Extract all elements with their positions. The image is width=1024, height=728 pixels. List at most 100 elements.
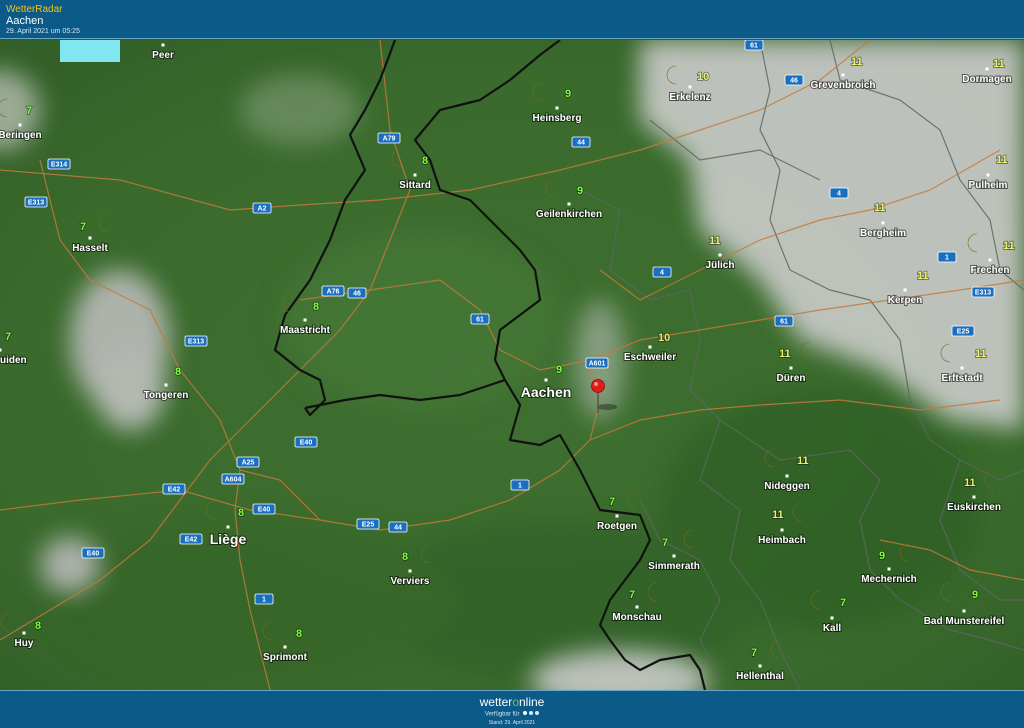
temperature-value: 9 — [556, 364, 562, 376]
temperature-value: 8 — [402, 551, 408, 563]
temperature-value: 9 — [879, 550, 885, 562]
city-dot — [986, 173, 990, 177]
svg-text:46: 46 — [353, 291, 361, 298]
temperature-value: 11 — [975, 348, 987, 360]
road-shield: 44 — [571, 136, 591, 148]
city-label: Beringen — [0, 130, 42, 141]
road-shield: E40 — [294, 436, 318, 448]
city-label: Hasselt — [72, 243, 108, 254]
city-dot — [688, 85, 692, 89]
platform-dots — [521, 711, 540, 717]
city-label: Düren — [777, 373, 806, 384]
svg-text:61: 61 — [780, 319, 788, 326]
city-dot — [960, 366, 964, 370]
city-dot — [88, 236, 92, 240]
temperature-value: 9 — [972, 589, 978, 601]
city-label: Liège — [210, 531, 247, 547]
road-shield: A2 — [252, 202, 272, 214]
temperature-value: 8 — [35, 620, 41, 632]
temperature-value: 11 — [917, 270, 929, 282]
city-dot — [718, 253, 722, 257]
city-label: Euskirchen — [947, 502, 1001, 513]
city-label: Sittard — [399, 180, 431, 191]
city-dot — [635, 605, 639, 609]
svg-text:4: 4 — [837, 191, 841, 198]
temperature-value: 7 — [751, 647, 757, 659]
svg-text:46: 46 — [790, 78, 798, 85]
svg-text:61: 61 — [750, 43, 758, 50]
data-stand: Stand: 29. April 2021 — [488, 720, 536, 726]
temperature-value: 7 — [26, 105, 32, 117]
map-canvas[interactable]: Peer Beringen 7 Hasselt 7 uiden 7 Tongeren 8 Sitt… — [0, 40, 1024, 690]
city-label: Hellenthal — [736, 671, 784, 682]
city-dot — [413, 173, 417, 177]
svg-text:E40: E40 — [258, 507, 271, 514]
road-shield: E42 — [179, 533, 203, 545]
water-body — [60, 40, 120, 62]
city-dot — [615, 514, 619, 518]
svg-text:A25: A25 — [242, 460, 255, 467]
timestamp: 29. April 2021 um 05:25 — [6, 28, 80, 35]
city-dot — [22, 631, 26, 635]
road-shield: E42 — [162, 483, 186, 495]
city-label: Erftstadt — [941, 373, 983, 384]
svg-text:E40: E40 — [300, 440, 313, 447]
temperature-value: 11 — [851, 56, 863, 68]
svg-text:1: 1 — [262, 597, 266, 604]
temperature-value: 11 — [779, 348, 791, 360]
city-label: Bad Munstereifel — [924, 616, 1005, 627]
city-label: Jülich — [706, 260, 735, 271]
road-shield: E25 — [356, 518, 380, 530]
temperature-value: 11 — [709, 235, 721, 247]
brand-logo: wetteronline — [479, 695, 545, 709]
temperature-value: 11 — [772, 509, 784, 521]
svg-text:1: 1 — [518, 483, 522, 490]
app-title: WetterRadar — [6, 4, 63, 15]
svg-text:E42: E42 — [185, 537, 198, 544]
city-dot — [555, 106, 559, 110]
svg-text:E25: E25 — [957, 329, 970, 336]
city-dot — [881, 221, 885, 225]
road-shield: E40 — [252, 503, 276, 515]
temperature-value: 11 — [1003, 240, 1015, 252]
svg-text:1: 1 — [945, 255, 949, 262]
city-dot — [830, 616, 834, 620]
temperature-value: 10 — [697, 71, 709, 83]
city-dot — [226, 525, 230, 529]
city-label: Grevenbroich — [810, 80, 875, 91]
availability-note: Verfügbar für — [0, 711, 1024, 718]
svg-text:E25: E25 — [362, 522, 375, 529]
city-label: Roetgen — [597, 521, 637, 532]
city-dot — [161, 43, 165, 47]
city-dot — [903, 288, 907, 292]
svg-text:A79: A79 — [383, 136, 396, 143]
road-shield: 46 — [347, 287, 367, 299]
road-shield: 44 — [388, 521, 408, 533]
city-label: Tongeren — [144, 390, 189, 401]
radar-map[interactable]: Peer Beringen 7 Hasselt 7 uiden 7 Tongeren 8 Sitt… — [0, 40, 1024, 690]
temperature-value: 11 — [993, 58, 1005, 70]
temperature-value: 8 — [422, 155, 428, 167]
city-label: Heimbach — [758, 535, 806, 546]
temperature-value: 9 — [577, 185, 583, 197]
road-shield: 1 — [254, 593, 274, 605]
temperature-value: 9 — [565, 88, 571, 100]
city-label: Sprimont — [263, 652, 308, 663]
road-shield: A79 — [377, 132, 401, 144]
road-shield: 61 — [470, 313, 490, 325]
temperature-value: 7 — [609, 496, 615, 508]
city-dot — [0, 348, 2, 352]
temperature-value: 11 — [996, 154, 1008, 166]
city-label: Monschau — [612, 612, 661, 623]
road-shield: E313 — [24, 196, 48, 208]
city-dot — [18, 123, 22, 127]
temperature-value: 7 — [80, 221, 86, 233]
temperature-value: 11 — [964, 477, 976, 489]
temperature-value: 11 — [874, 202, 886, 214]
city-dot — [567, 202, 571, 206]
city-dot — [962, 609, 966, 613]
city-label: Maastricht — [280, 325, 331, 336]
svg-text:E313: E313 — [975, 290, 991, 297]
temperature-value: 8 — [238, 507, 244, 519]
road-shield: E314 — [47, 158, 71, 170]
